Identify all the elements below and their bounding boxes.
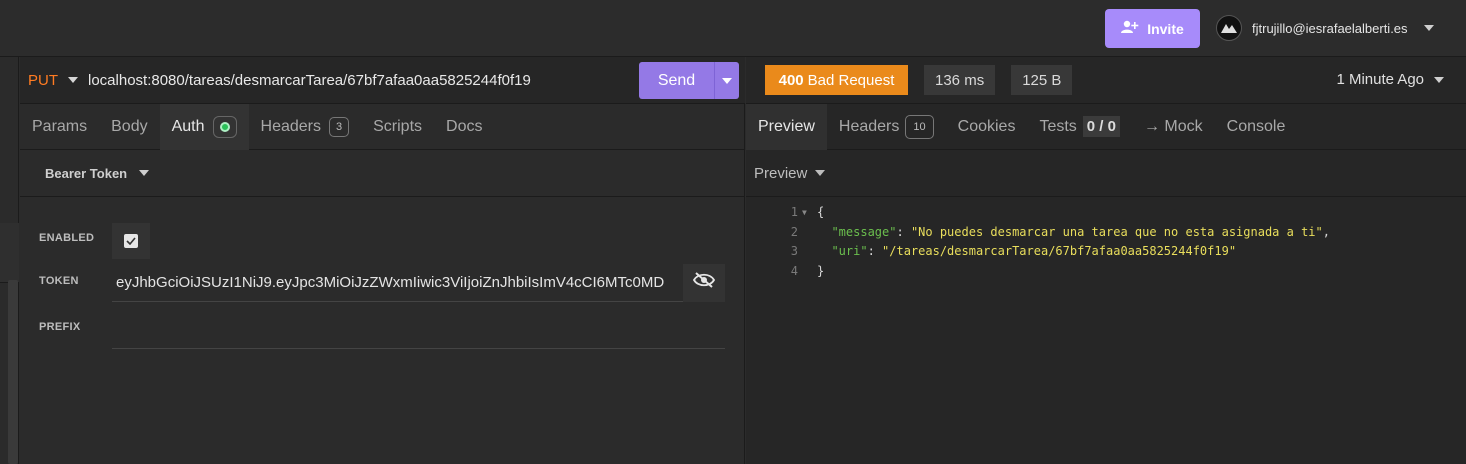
status-text: Bad Request [807,71,895,89]
enabled-label: ENABLED [39,232,95,244]
code-text: } [817,263,825,278]
tests-count-badge: 0 / 0 [1082,116,1120,137]
status-dot-icon [219,121,230,132]
headers-count-badge: 3 [329,116,350,137]
tab-headers[interactable]: Headers 3 [249,104,362,150]
eye-off-icon [692,272,716,293]
auth-enabled-indicator [212,115,237,138]
tab-response-headers[interactable]: Headers 10 [827,104,946,150]
request-pane: PUT localhost:8080/tareas/desmarcarTarea… [20,57,745,464]
invite-button[interactable]: Invite [1105,9,1200,48]
tab-cookies[interactable]: Cookies [946,104,1028,150]
line-number: 2 [790,224,798,239]
json-string-value: "/tareas/desmarcarTarea/67bf7afaa0aa5825… [882,244,1237,258]
chevron-down-icon [1434,76,1444,83]
token-label: TOKEN [39,275,79,287]
preview-mode-label: Preview [754,164,808,182]
chevron-down-icon [139,170,150,176]
send-options-button[interactable] [715,77,739,84]
code-text: "uri": "/tareas/desmarcarTarea/67bf7afaa… [831,244,1237,258]
enabled-checkbox[interactable] [112,223,150,259]
tab-docs[interactable]: Docs [434,104,494,150]
token-input[interactable]: eyJhbGciOiJSUzI1NiJ9.eyJpc3MiOiJzZWxmIiw… [112,274,683,291]
response-headers-count-badge: 10 [905,114,934,139]
status-code: 400 [778,71,804,89]
top-bar: Invite fjtrujillo@iesrafaelalberti.es [0,0,1466,57]
code-line: 1 ▼ { [746,203,1466,223]
auth-type-label: Bearer Token [45,165,128,181]
line-number: 1 [790,205,798,219]
url-input[interactable]: localhost:8080/tareas/desmarcarTarea/67b… [88,72,531,89]
json-string-value: "No puedes desmarcar una tarea que no es… [910,224,1323,239]
chevron-down-icon [722,77,732,84]
response-history-dropdown[interactable]: 1 Minute Ago [1336,71,1444,88]
preview-mode-select[interactable]: Preview [746,150,1466,197]
code-text: "message": "No puedes desmarcar una tare… [831,224,1330,239]
response-size: 125 B [1011,65,1073,95]
avatar [1216,15,1242,41]
line-number: 3 [790,244,798,258]
method-select[interactable]: PUT [28,72,58,89]
send-button[interactable]: Send [639,72,714,90]
response-body-viewer[interactable]: 1 ▼ { 2 "message": "No puedes desmarcar … [746,203,1466,281]
prefix-label: PREFIX [39,321,81,333]
auth-type-select[interactable]: Bearer Token [20,150,745,197]
chevron-down-icon [815,170,826,176]
toggle-visibility-button[interactable] [683,263,725,302]
chevron-down-icon [1423,25,1434,31]
code-line: 3 "uri": "/tareas/desmarcarTarea/67bf7af… [746,242,1466,262]
tab-tests-label: Tests [1039,117,1077,135]
tab-preview[interactable]: Preview [746,103,827,150]
scrollbar[interactable] [8,280,18,464]
json-key: "uri" [831,244,868,258]
user-email: fjtrujillo@iesrafaelalberti.es [1252,20,1408,36]
tab-console[interactable]: Console [1215,104,1298,150]
code-text: { [817,205,825,219]
tab-params[interactable]: Params [20,104,99,150]
response-status-bar: 400 Bad Request 136 ms 125 B 1 Minute Ag… [746,57,1466,104]
invite-label: Invite [1147,20,1184,37]
response-age: 1 Minute Ago [1336,71,1424,88]
checkmark-icon [124,234,138,248]
tab-body[interactable]: Body [99,104,159,150]
response-pane: 400 Bad Request 136 ms 125 B 1 Minute Ag… [746,57,1466,464]
prefix-field-underline [112,348,725,349]
url-bar: PUT localhost:8080/tareas/desmarcarTarea… [20,57,745,104]
json-key: "message" [831,224,897,239]
response-time: 136 ms [924,65,996,95]
code-line: 4 } [746,262,1466,282]
tab-mock[interactable]: → Mock [1132,104,1215,150]
tab-tests[interactable]: Tests 0 / 0 [1027,104,1132,150]
tab-auth-label: Auth [171,117,205,135]
request-tabs: Params Body Auth Headers 3 Scripts Docs [20,103,745,150]
response-tabs: Preview Headers 10 Cookies Tests 0 / 0 →… [746,103,1466,150]
fold-arrow-icon[interactable]: ▼ [802,203,807,223]
status-badge: 400 Bad Request [765,65,908,95]
code-line: 2 "message": "No puedes desmarcar una ta… [746,223,1466,243]
user-menu[interactable]: fjtrujillo@iesrafaelalberti.es [1216,14,1434,42]
tab-response-headers-label: Headers [838,117,900,135]
tab-headers-label: Headers [260,117,321,135]
tab-scripts[interactable]: Scripts [361,104,434,150]
add-user-icon [1121,20,1139,37]
method-chevron-icon[interactable] [68,77,78,83]
send-button-group: Send [639,62,739,99]
token-field: eyJhbGciOiJSUzI1NiJ9.eyJpc3MiOiJzZWxmIiw… [112,263,725,302]
line-number: 4 [790,263,798,278]
left-sidebar-collapsed [0,57,19,464]
sidebar-divider [0,223,19,283]
tab-auth[interactable]: Auth [159,103,249,150]
